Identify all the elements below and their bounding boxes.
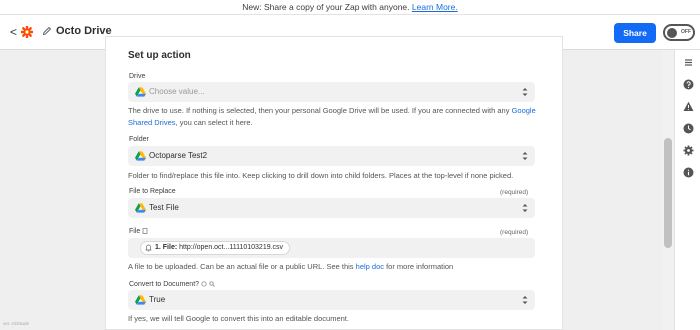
drive-help: The drive to use. If nothing is selected… (128, 105, 548, 128)
convert-label-text: Convert to Document? (129, 281, 200, 288)
drive-value: Choose value... (149, 87, 205, 96)
file-help: A file to be uploaded. Can be an actual … (128, 261, 548, 273)
bell-icon (145, 244, 152, 252)
search-icon[interactable] (209, 281, 215, 287)
back-button[interactable]: < (10, 25, 17, 39)
settings-icon[interactable] (683, 145, 694, 156)
folder-value: Octoparse Test2 (149, 151, 208, 160)
toggle-state-label: OFF (681, 29, 691, 35)
file-type-icon (142, 228, 148, 235)
file-mapped-chip[interactable]: 1. File: http://open.oct...11110103219.c… (140, 241, 291, 255)
folder-help: Folder to find/replace this file into. K… (128, 171, 514, 180)
google-drive-icon (135, 203, 146, 213)
select-caret-icon (522, 88, 528, 96)
file-to-replace-label: File to Replace (129, 188, 176, 195)
select-caret-icon (522, 204, 528, 212)
file-label-text: File (129, 228, 141, 235)
file-to-replace-value: Test File (149, 203, 179, 212)
banner-text: New: Share a copy of your Zap with anyon… (242, 2, 410, 12)
step-title: Set up action (128, 50, 191, 61)
toggle-knob (667, 28, 677, 38)
alert-icon[interactable] (683, 101, 694, 112)
right-sidebar (674, 50, 700, 330)
help-icon[interactable] (683, 79, 694, 90)
folder-label: Folder (129, 136, 149, 143)
help-doc-link[interactable]: help doc (356, 262, 384, 271)
pencil-icon[interactable] (42, 26, 52, 36)
history-icon[interactable] (683, 123, 694, 134)
chip-value: http://open.oct...11110103219.csv (179, 244, 284, 251)
file-to-replace-select[interactable]: Test File (128, 198, 535, 218)
drive-select[interactable]: Choose value... (128, 82, 535, 102)
boolean-type-icon (201, 281, 207, 287)
google-drive-icon (135, 295, 146, 305)
drive-help-tail: , you can select it here. (175, 117, 253, 127)
select-caret-icon (522, 152, 528, 160)
zap-title[interactable]: Octo Drive (56, 25, 112, 37)
zap-on-off-toggle[interactable]: OFF (663, 24, 695, 41)
zapier-logo-icon[interactable] (21, 26, 33, 38)
file-help-text: A file to be uploaded. Can be an actual … (128, 262, 356, 271)
convert-help: If yes, we will tell Google to convert t… (128, 314, 349, 323)
share-button[interactable]: Share (614, 23, 656, 43)
required-marker: (required) (500, 189, 529, 196)
scrollbar-thumb[interactable] (664, 138, 672, 248)
convert-label: Convert to Document? (129, 281, 215, 288)
chip-step-label: 1. File: (155, 244, 178, 251)
convert-value: True (149, 295, 166, 304)
drive-label: Drive (129, 73, 146, 80)
announcement-banner: New: Share a copy of your Zap with anyon… (0, 0, 700, 15)
google-drive-icon (135, 87, 146, 97)
required-marker: (required) (500, 229, 529, 236)
select-caret-icon (522, 296, 528, 304)
outline-icon[interactable] (683, 57, 694, 68)
google-drive-icon (135, 151, 146, 161)
info-icon[interactable] (683, 167, 694, 178)
convert-select[interactable]: True (128, 290, 535, 310)
drive-help-text: The drive to use. If nothing is selected… (128, 106, 512, 115)
version-label: ver. e1b3ude (3, 321, 30, 326)
folder-select[interactable]: Octoparse Test2 (128, 146, 535, 166)
learn-more-link[interactable]: Learn More. (412, 2, 458, 12)
file-help-tail: for more information (384, 262, 454, 271)
file-label: File (129, 228, 148, 235)
